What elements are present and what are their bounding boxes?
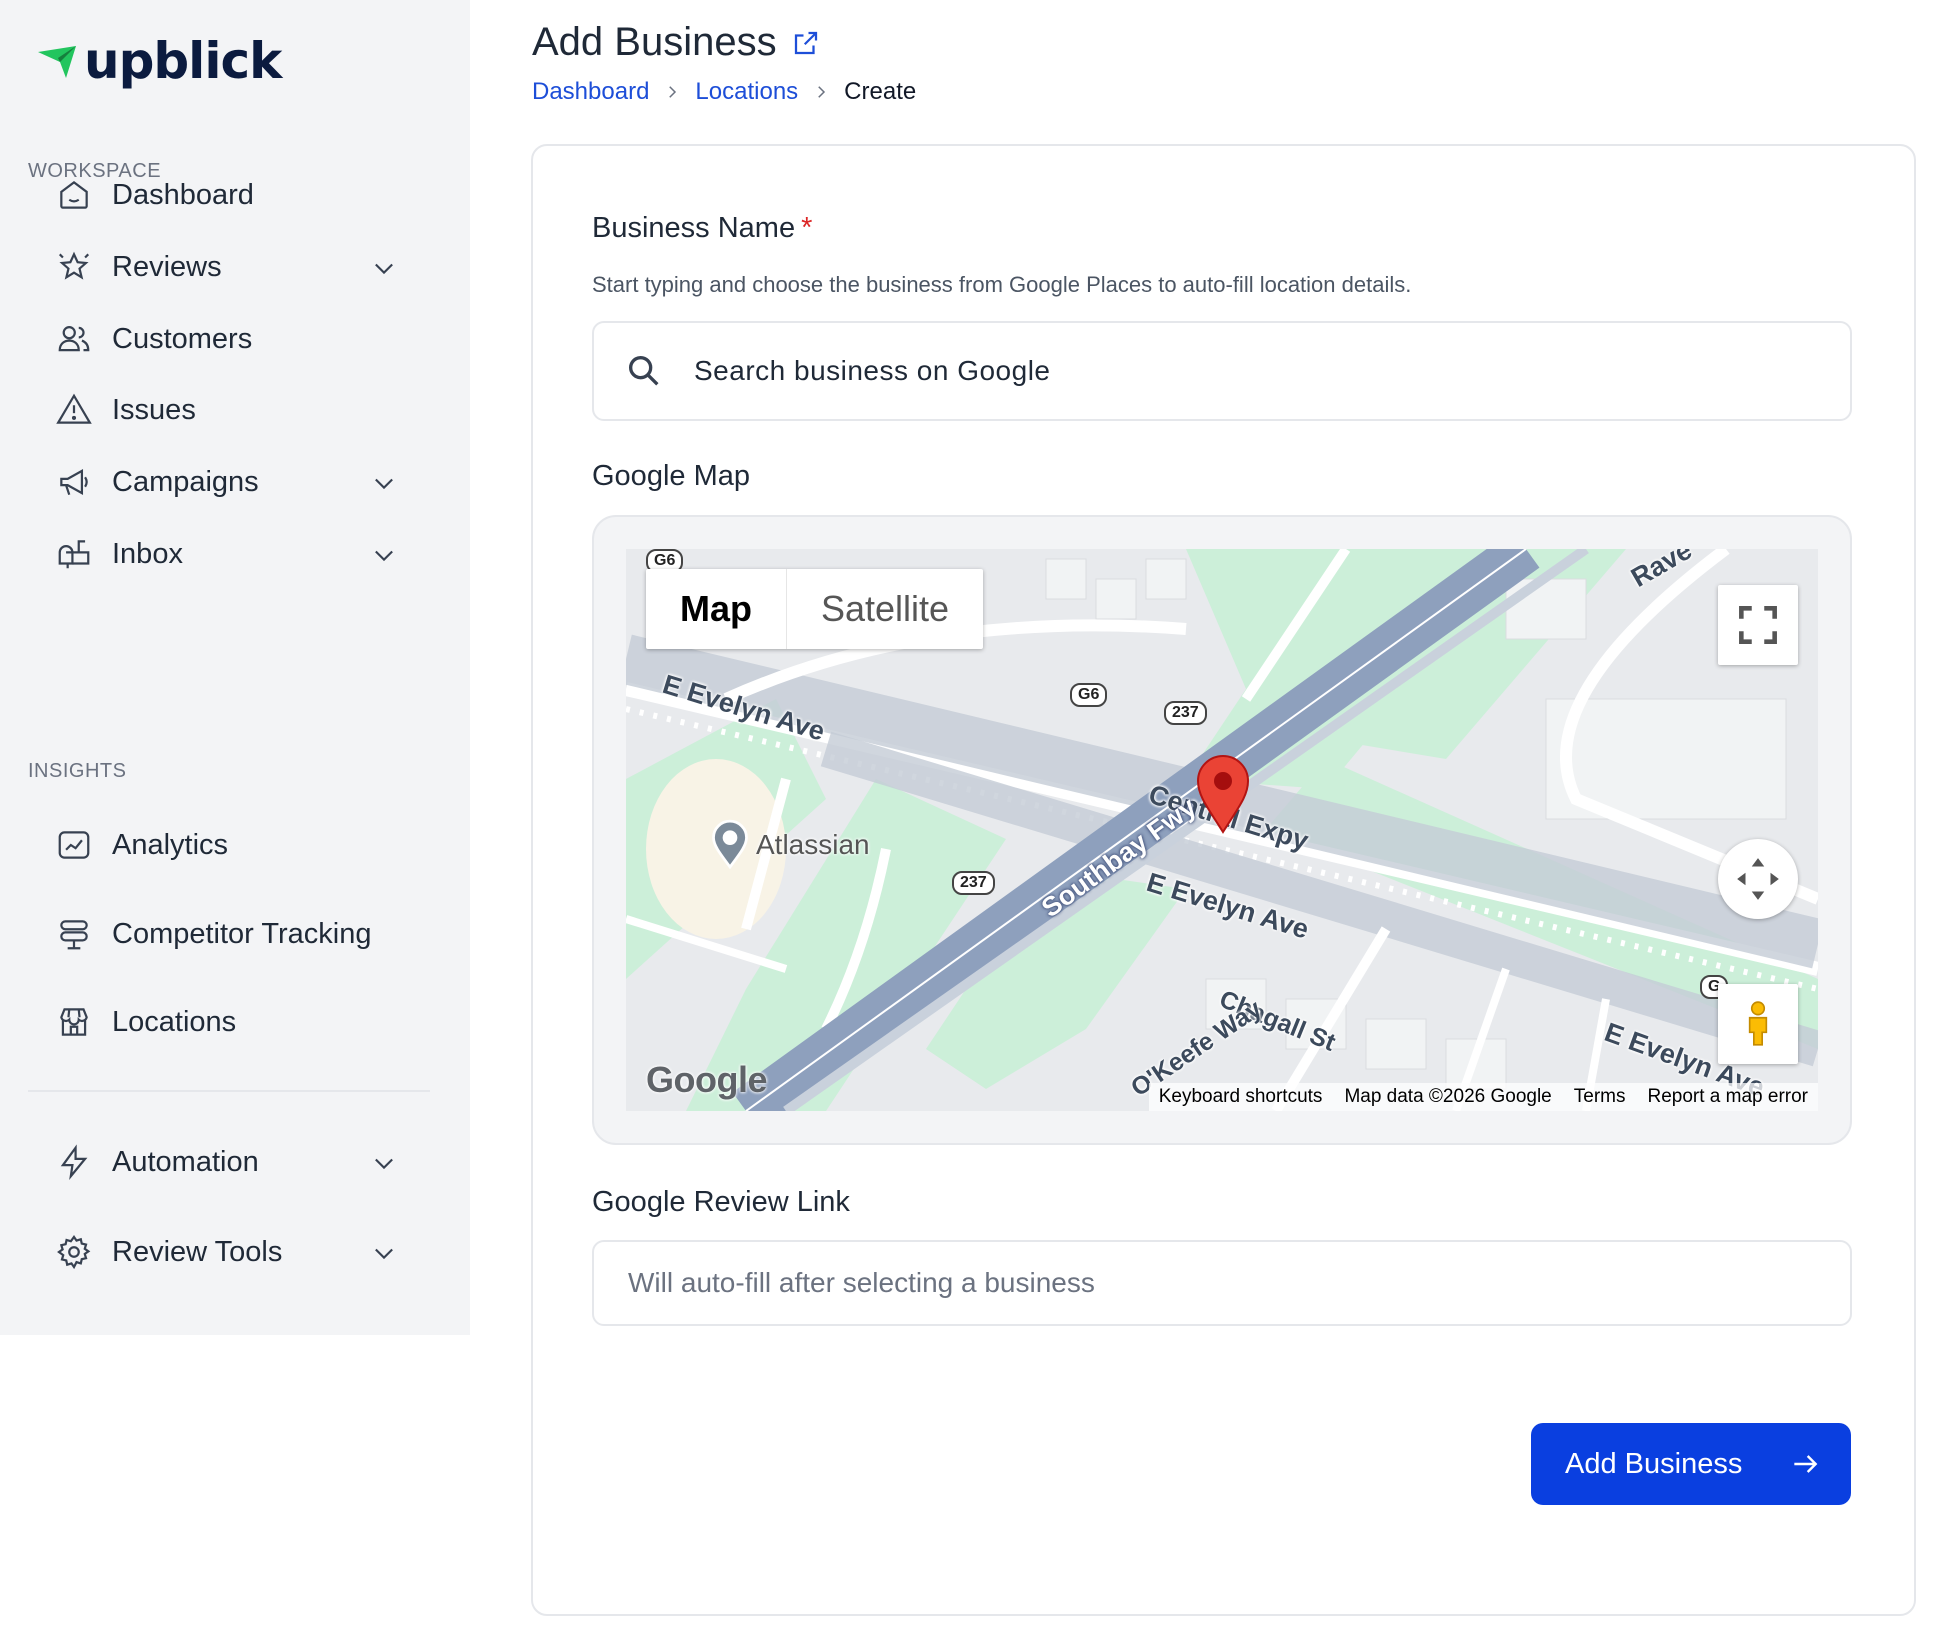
review-link-label: Google Review Link [592,1186,850,1218]
star-icon [52,245,96,289]
sidebar-item-customers[interactable]: Customers [30,304,420,374]
chevron-down-icon[interactable] [370,254,398,282]
place-pin-icon [712,819,748,870]
business-name-label: Business Name * [592,212,813,244]
chevron-down-icon[interactable] [370,1149,398,1177]
store-icon [52,1000,96,1044]
breadcrumb: Dashboard Locations Create [532,78,916,106]
chevron-down-icon[interactable] [370,1239,398,1267]
business-name-help: Start typing and choose the business fro… [592,272,1412,297]
arrow-right-icon [1794,1455,1818,1473]
brand-logo[interactable]: upblick [36,28,282,94]
google-map[interactable]: E Evelyn Ave Central Expy Southbay Fwy E… [626,549,1818,1111]
sidebar-item-dashboard[interactable]: Dashboard [30,160,420,230]
users-icon [52,317,96,361]
chevron-down-icon[interactable] [370,541,398,569]
breadcrumb-dashboard[interactable]: Dashboard [532,78,649,106]
gear-icon [52,1230,96,1274]
terms-link[interactable]: Terms [1574,1086,1626,1108]
fullscreen-icon [1739,606,1777,644]
sidebar-item-issues[interactable]: Issues [30,375,420,445]
megaphone-icon [52,460,96,504]
poi-marker[interactable]: Atlassian [708,819,870,871]
sidebar-item-locations[interactable]: Locations [30,987,420,1057]
warning-icon [52,388,96,432]
sidebar-divider [28,1090,430,1092]
tracking-icon [52,912,96,956]
breadcrumb-create: Create [844,78,917,105]
map-type-map-button[interactable]: Map [646,569,786,649]
map-data-text: Map data ©2026 Google [1344,1086,1552,1107]
breadcrumb-locations[interactable]: Locations [695,78,798,106]
business-search-box[interactable] [592,321,1852,421]
review-link-input[interactable] [628,1267,1808,1299]
route-shield: 237 [952,871,995,895]
route-shield: 237 [1164,701,1207,725]
sidebar-item-inbox[interactable]: Inbox [30,519,420,589]
street-view-button[interactable] [1718,984,1798,1064]
section-label-insights: INSIGHTS [28,760,127,782]
move-arrows-icon [1737,858,1779,900]
home-icon [52,173,96,217]
sidebar-item-automation[interactable]: Automation [30,1127,420,1197]
brand-name: upblick [84,32,282,90]
chevron-right-icon [818,86,826,98]
chevron-down-icon[interactable] [370,469,398,497]
map-attribution: Keyboard shortcuts Map data ©2026 Google… [1148,1083,1818,1111]
google-map-label: Google Map [592,460,750,492]
external-link-icon[interactable] [791,28,821,58]
camera-control-button[interactable] [1718,839,1798,919]
route-shield: G6 [1070,683,1108,707]
sidebar-item-reviews[interactable]: Reviews [30,232,420,302]
sidebar-item-competitor-tracking[interactable]: Competitor Tracking [30,899,420,969]
map-marker-icon[interactable] [1196,754,1250,834]
add-business-button[interactable]: Add Business [1531,1423,1851,1505]
keyboard-shortcuts-link[interactable]: Keyboard shortcuts [1159,1086,1323,1108]
sidebar-item-review-tools[interactable]: Review Tools [30,1217,420,1287]
page-title: Add Business [532,20,821,65]
review-link-box[interactable] [592,1240,1852,1326]
map-type-control: Map Satellite [646,569,984,649]
sidebar-item-analytics[interactable]: Analytics [30,810,420,880]
sidebar-item-campaigns[interactable]: Campaigns [30,447,420,517]
bolt-icon [52,1140,96,1184]
fullscreen-button[interactable] [1718,585,1798,665]
mailbox-icon [52,532,96,576]
search-input[interactable] [694,355,1794,387]
upblick-logo-icon [38,46,76,78]
map-type-satellite-button[interactable]: Satellite [786,569,983,649]
chevron-right-icon [669,86,677,98]
search-icon [629,356,659,386]
chart-icon [52,823,96,867]
sidebar: upblick WORKSPACE Dashboard Reviews Cust… [0,0,470,1335]
pegman-icon [1748,1001,1768,1046]
google-logo: Google [646,1059,768,1100]
required-mark: * [801,212,813,244]
report-error-link[interactable]: Report a map error [1647,1086,1808,1108]
